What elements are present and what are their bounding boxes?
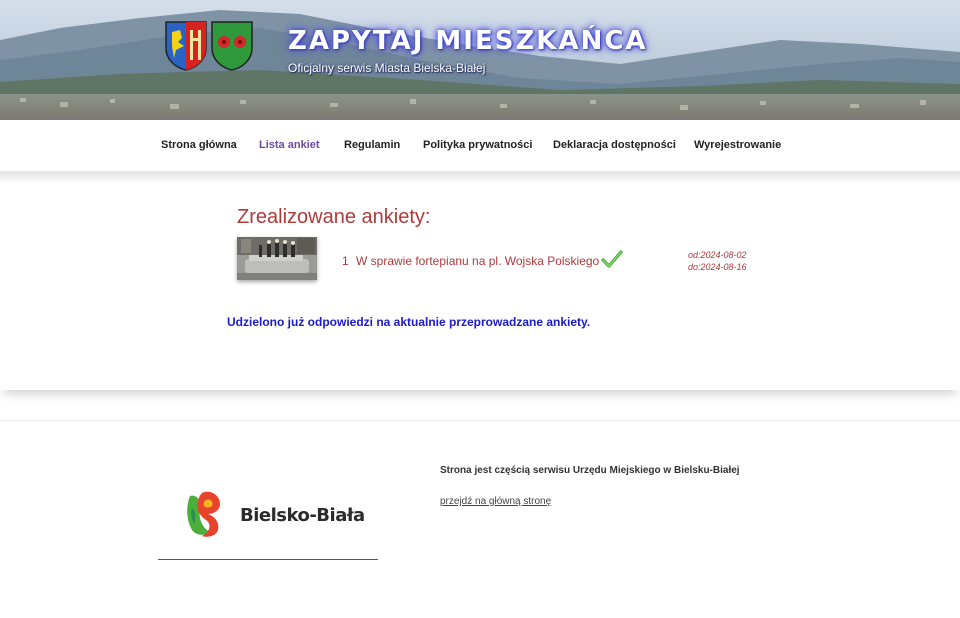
header-banner: ZAPYTAJ MIESZKAŃCA Oficjalny serwis Mias… — [0, 0, 960, 120]
nav-item-unregister[interactable]: Wyrejestrowanie — [694, 139, 781, 151]
nav-item-accessibility[interactable]: Deklaracja dostępności — [553, 139, 676, 151]
survey-date-to: do:2024-08-16 — [688, 262, 747, 272]
city-crests — [164, 20, 254, 72]
answered-notice: Udzielono już odpowiedzi na aktualnie pr… — [227, 315, 591, 329]
bielsko-biala-logo-icon[interactable] — [184, 488, 226, 538]
footer-logo-text: Bielsko-Biała — [240, 505, 365, 526]
section-divider — [0, 420, 960, 421]
site-subtitle: Oficjalny serwis Miasta Bielska-Białej — [288, 61, 486, 75]
survey-number: 1 — [342, 254, 349, 268]
content-panel — [0, 173, 960, 390]
nav-item-home[interactable]: Strona główna — [161, 139, 237, 151]
footer-logo-underline — [158, 559, 378, 560]
survey-date-from: od:2024-08-02 — [688, 250, 747, 260]
main-navigation: Strona główna Lista ankiet Regulamin Pol… — [0, 120, 960, 172]
nav-item-regulations[interactable]: Regulamin — [344, 139, 400, 151]
footer-main-site-link[interactable]: przejdź na główną stronę — [440, 496, 551, 507]
coat-of-arms-left-icon — [165, 21, 207, 71]
nav-item-survey-list[interactable]: Lista ankiet — [259, 139, 320, 151]
coat-of-arms-right-icon — [211, 21, 253, 71]
survey-link[interactable]: W sprawie fortepianu na pl. Wojska Polsk… — [356, 254, 599, 268]
completed-surveys-heading: Zrealizowane ankiety: — [237, 206, 431, 228]
mountain-scenery — [0, 0, 960, 120]
nav-shadow — [0, 172, 960, 184]
piano-photo-icon — [237, 237, 317, 280]
nav-item-privacy-policy[interactable]: Polityka prywatności — [423, 139, 532, 151]
survey-thumbnail[interactable] — [237, 237, 317, 280]
nav-list: Strona główna Lista ankiet Regulamin Pol… — [0, 120, 960, 172]
check-icon — [601, 250, 623, 268]
footer-info-text: Strona jest częścią serwisu Urzędu Miejs… — [440, 465, 740, 476]
site-title[interactable]: ZAPYTAJ MIESZKAŃCA — [288, 26, 648, 56]
